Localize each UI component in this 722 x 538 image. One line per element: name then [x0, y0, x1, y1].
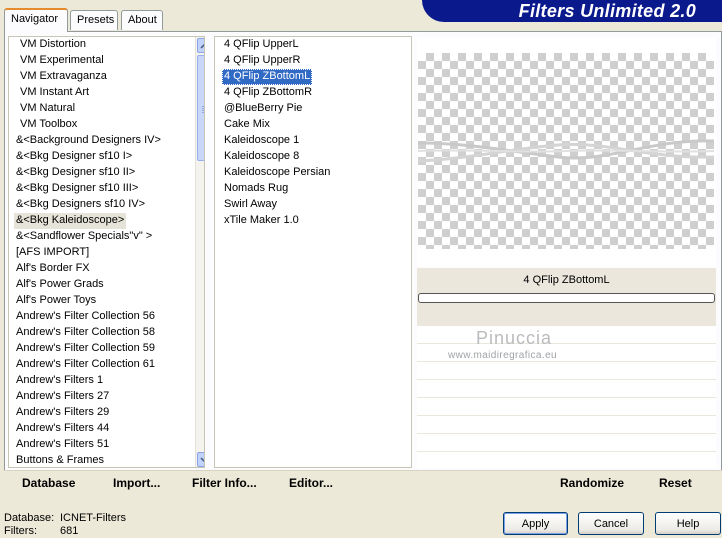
preview-filter-name: 4 QFlip ZBottomL — [523, 274, 610, 286]
category-item[interactable]: VM Experimental — [18, 53, 106, 69]
editor-button[interactable]: Editor... — [289, 476, 333, 490]
category-item[interactable]: Andrew's Filter Collection 56 — [14, 309, 157, 325]
watermark-url: www.maidiregrafica.eu — [448, 350, 557, 361]
category-item[interactable]: Andrew's Filter Collection 58 — [14, 325, 157, 341]
apply-button[interactable]: Apply — [503, 512, 568, 535]
scroll-thumb[interactable] — [197, 55, 204, 161]
filter-item[interactable]: 4 QFlip ZBottomL — [222, 69, 313, 85]
category-item[interactable]: VM Extravaganza — [18, 69, 109, 85]
watermark-name: Pinuccia — [476, 328, 553, 348]
filter-item[interactable]: 4 QFlip ZBottomR — [222, 85, 314, 101]
randomize-button[interactable]: Randomize — [560, 476, 624, 490]
category-item[interactable]: VM Toolbox — [18, 117, 79, 133]
category-list[interactable]: VM Distortion VM Experimental VM Extravaga… — [8, 36, 205, 468]
scroll-up-button[interactable] — [197, 38, 204, 53]
category-item[interactable]: VM Instant Art — [18, 85, 91, 101]
filter-list[interactable]: 4 QFlip UpperL 4 QFlip UpperR 4 QFlip ZBot… — [214, 36, 412, 468]
filter-item[interactable]: Kaleidoscope 8 — [222, 149, 301, 165]
filters-count: 681 — [60, 525, 79, 537]
category-item[interactable]: Andrew's Filters 27 — [14, 389, 111, 405]
tab-navigator[interactable]: Navigator — [4, 8, 68, 32]
filter-item[interactable]: @BlueBerry Pie — [222, 101, 304, 117]
chevron-down-icon — [200, 456, 204, 462]
progress-bar — [418, 293, 715, 303]
database-value: ICNET-Filters — [60, 512, 126, 524]
filter-info-button[interactable]: Filter Info... — [192, 476, 257, 490]
category-item[interactable]: Andrew's Filters 44 — [14, 421, 111, 437]
category-item[interactable]: &<Background Designers IV> — [14, 133, 163, 149]
category-item[interactable]: VM Distortion — [18, 37, 88, 53]
filter-item[interactable]: 4 QFlip UpperR — [222, 53, 302, 69]
import-button[interactable]: Import... — [113, 476, 160, 490]
help-button[interactable]: Help — [655, 512, 721, 535]
filter-item[interactable]: xTile Maker 1.0 — [222, 213, 301, 229]
database-label: Database: — [4, 512, 55, 524]
category-item[interactable]: Andrew's Filters 51 — [14, 437, 111, 453]
filter-item[interactable]: 4 QFlip UpperL — [222, 37, 301, 53]
tab-about[interactable]: About — [121, 10, 163, 30]
parameter-area — [417, 326, 716, 468]
reset-button[interactable]: Reset — [659, 476, 692, 490]
category-item[interactable]: Alf's Border FX — [14, 261, 92, 277]
category-item[interactable]: &<Bkg Designer sf10 I> — [14, 149, 134, 165]
category-item[interactable]: &<Bkg Designer sf10 II> — [14, 165, 137, 181]
tab-presets[interactable]: Presets — [70, 10, 118, 30]
category-scrollbar[interactable] — [195, 37, 204, 467]
category-item[interactable]: Alf's Power Grads — [14, 277, 106, 293]
category-item[interactable]: &<Bkg Designer sf10 III> — [14, 181, 140, 197]
category-item[interactable]: [AFS IMPORT] — [14, 245, 91, 261]
category-item[interactable]: &<Bkg Kaleidoscope> — [14, 213, 127, 229]
filter-item[interactable]: Kaleidoscope Persian — [222, 165, 332, 181]
filter-item[interactable]: Swirl Away — [222, 197, 279, 213]
category-item[interactable]: Andrew's Filters 29 — [14, 405, 111, 421]
category-item[interactable]: &<Sandflower Specials"v" > — [14, 229, 154, 245]
filter-item[interactable]: Kaleidoscope 1 — [222, 133, 301, 149]
category-item[interactable]: Andrew's Filter Collection 61 — [14, 357, 157, 373]
category-item[interactable]: Andrew's Filters 1 — [14, 373, 105, 389]
chevron-up-icon — [200, 43, 204, 49]
filter-item[interactable]: Cake Mix — [222, 117, 272, 133]
filters-label: Filters: — [4, 525, 37, 537]
category-item[interactable]: Alf's Power Toys — [14, 293, 98, 309]
category-item[interactable]: Buttons & Frames — [14, 453, 106, 467]
scroll-down-button[interactable] — [197, 452, 204, 467]
filter-item[interactable]: Nomads Rug — [222, 181, 290, 197]
cancel-button[interactable]: Cancel — [578, 512, 644, 535]
preview-wave-graphic — [418, 139, 714, 163]
category-item[interactable]: &<Bkg Designers sf10 IV> — [14, 197, 147, 213]
category-item[interactable]: Andrew's Filter Collection 59 — [14, 341, 157, 357]
category-item[interactable]: VM Natural — [18, 101, 77, 117]
app-title-banner: Filters Unlimited 2.0 — [422, 0, 722, 22]
preview-image — [418, 53, 714, 249]
database-button[interactable]: Database — [22, 476, 75, 490]
